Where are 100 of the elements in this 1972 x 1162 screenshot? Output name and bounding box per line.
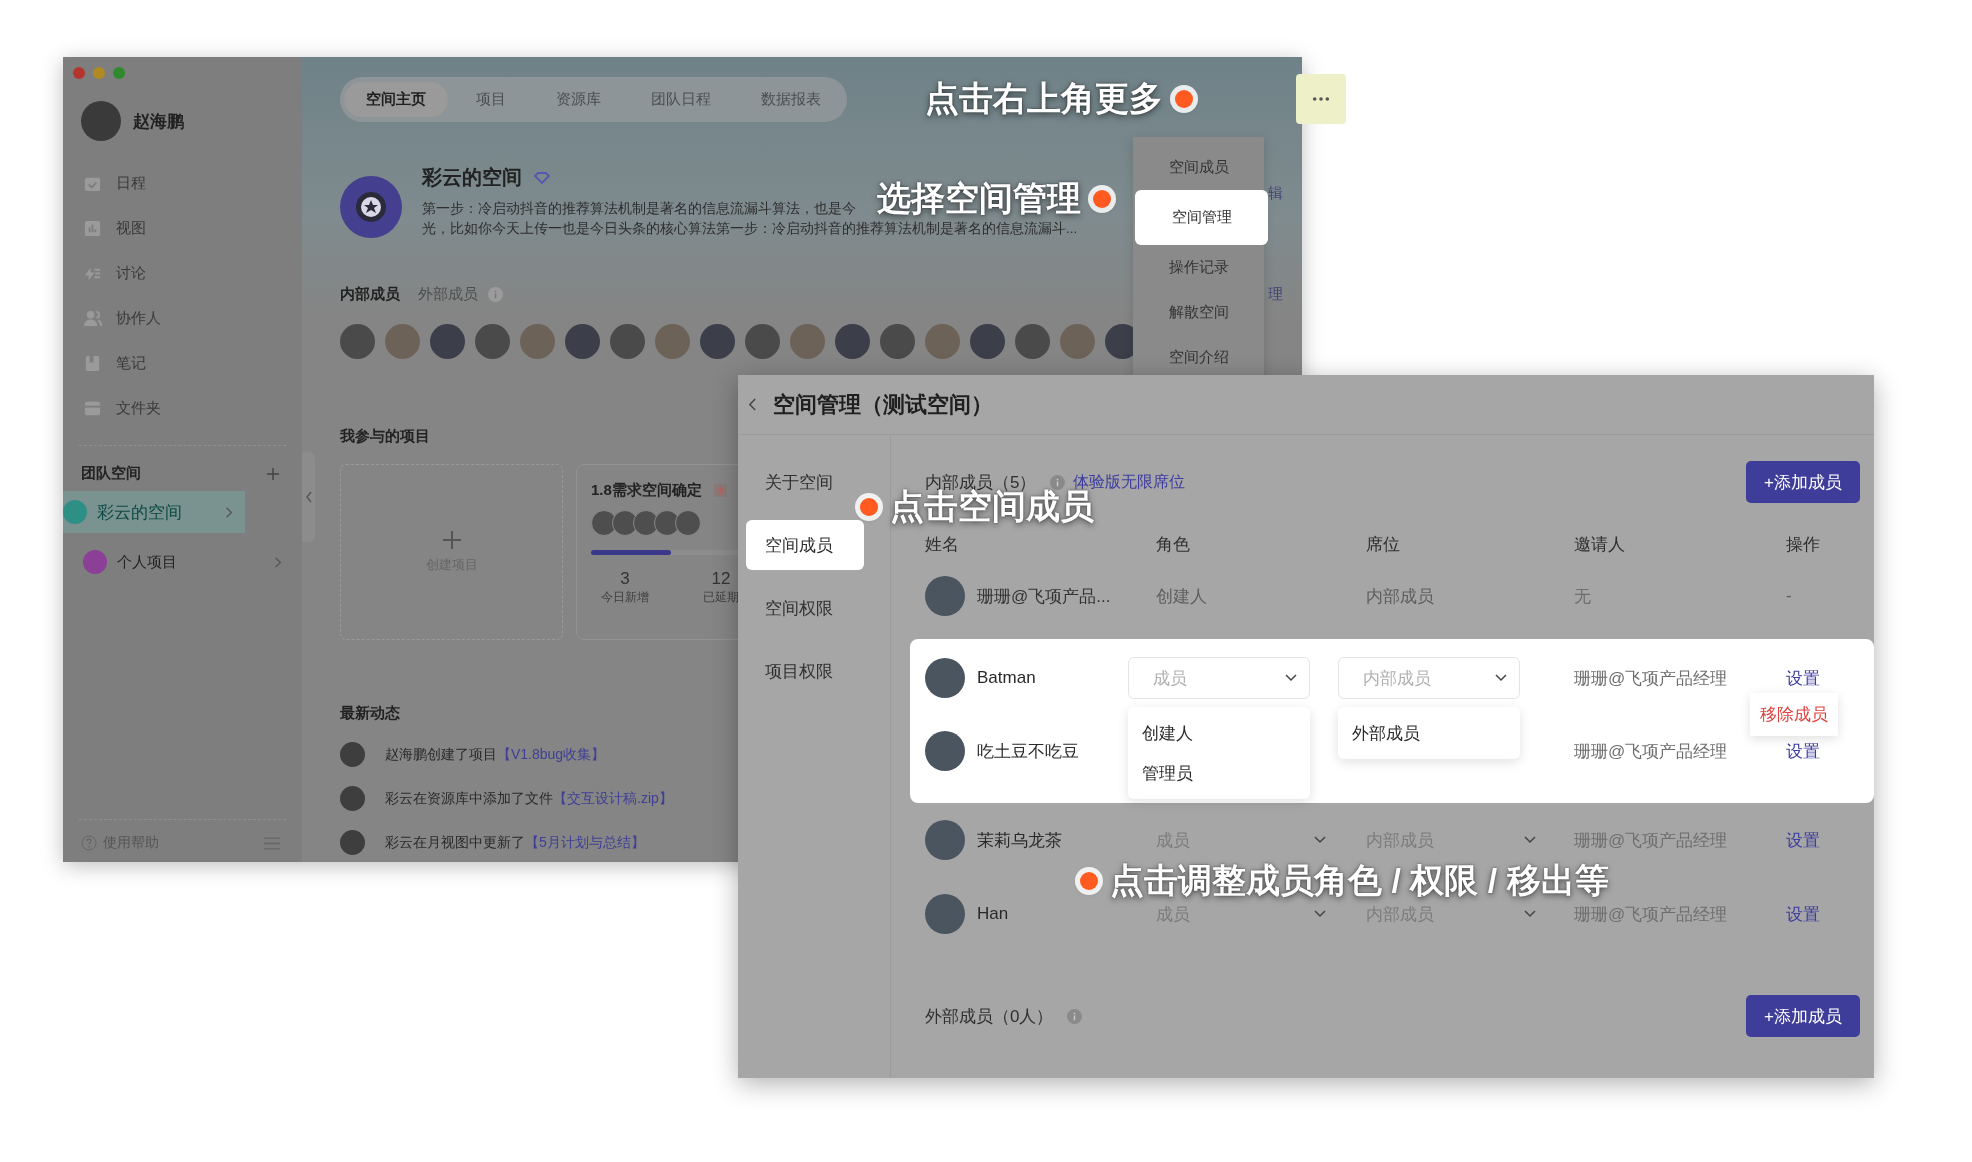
menu-item[interactable]: 解散空间 xyxy=(1133,290,1264,335)
nav-item[interactable]: 协作人 xyxy=(63,296,302,341)
avatar xyxy=(654,510,680,536)
tab[interactable]: 团队日程 xyxy=(629,82,733,117)
avatar xyxy=(925,894,965,934)
avatar xyxy=(700,324,735,359)
maximize-icon[interactable] xyxy=(113,67,125,79)
avatar xyxy=(385,324,420,359)
add-member-button[interactable]: +添加成员 xyxy=(1746,461,1860,503)
avatar xyxy=(610,324,645,359)
project-link[interactable]: 【5月计划与总结】 xyxy=(525,833,645,850)
more-button[interactable] xyxy=(1296,74,1346,124)
activity-text: 彩云在月视图中更新了【5月计划与总结】 xyxy=(385,833,645,852)
minimize-icon[interactable] xyxy=(93,67,105,79)
settings-link[interactable]: 设置 xyxy=(1786,830,1820,850)
settings-link[interactable]: 设置 xyxy=(1786,668,1820,688)
menu-item[interactable]: 空间成员 xyxy=(1133,145,1264,190)
back-icon[interactable] xyxy=(748,397,757,412)
callout-text: 点击调整成员角色 / 权限 / 移出等 xyxy=(1110,860,1609,901)
avatar xyxy=(340,324,375,359)
nav-item[interactable]: 空间成员 xyxy=(746,520,864,570)
role-select[interactable]: 成员 xyxy=(1128,657,1310,699)
member-name: 珊珊@飞项产品... xyxy=(977,585,1111,608)
chevron-down-icon xyxy=(1524,910,1536,918)
space-description: 第一步：冷启动抖音的推荐算法机制是著名的信息流漏斗算法，也是今 xyxy=(422,200,856,218)
space-description: 光，比如你今天上传一也是今日头条的核心算法第一步：冷启动抖音的推荐算法机制是著名的信息流漏斗... xyxy=(422,220,1078,238)
close-icon[interactable] xyxy=(73,67,85,79)
avatar xyxy=(633,510,659,536)
role-text: 创建人 xyxy=(1156,586,1207,606)
project-link[interactable]: 【交互设计稿.zip】 xyxy=(553,789,673,806)
seat-note: 体验版无限席位 xyxy=(1073,471,1186,490)
section-title: 我参与的项目 xyxy=(340,427,431,446)
column-header: 姓名 xyxy=(925,533,960,556)
nav-item[interactable]: 项目权限 xyxy=(746,646,864,696)
action-text: - xyxy=(1786,586,1792,605)
chevron-down-icon xyxy=(1524,836,1536,844)
manage-link[interactable]: 理 xyxy=(1268,285,1283,304)
project-title: 1.8需求空间确定 xyxy=(591,481,702,500)
settings-link[interactable]: 设置 xyxy=(1786,904,1820,924)
avatar xyxy=(1015,324,1050,359)
avatar xyxy=(475,324,510,359)
tab[interactable]: 数据报表 xyxy=(739,82,843,117)
chevron-right-icon xyxy=(225,505,233,519)
avatar xyxy=(925,324,960,359)
avatar xyxy=(340,786,365,811)
avatar xyxy=(1060,324,1095,359)
bar-chart-icon xyxy=(83,219,102,238)
avatar xyxy=(970,324,1005,359)
space-item[interactable]: 彩云的空间 xyxy=(63,491,245,533)
stat-label: 今日新增 xyxy=(601,589,649,606)
seat-select[interactable]: 内部成员 xyxy=(1338,657,1520,699)
tab[interactable]: 外部成员 xyxy=(418,285,478,304)
nav-item[interactable]: 视图 xyxy=(63,206,302,251)
callout-text: 选择空间管理 xyxy=(877,178,1081,219)
project-link[interactable]: 【V1.8bug收集】 xyxy=(497,745,606,762)
menu-icon[interactable] xyxy=(264,836,280,850)
nav-item[interactable]: 讨论 xyxy=(63,251,302,296)
avatar xyxy=(925,576,965,616)
people-icon xyxy=(83,309,102,328)
menu-item[interactable]: 创建人 xyxy=(1128,713,1310,753)
avatar xyxy=(612,510,638,536)
activity-text: 赵海鹏创建了项目【V1.8bug收集】 xyxy=(385,745,606,764)
settings-link[interactable]: 设置 xyxy=(1786,741,1820,761)
stat-label: 已延期 xyxy=(703,589,739,606)
avatar xyxy=(340,830,365,855)
tab[interactable]: 内部成员 xyxy=(340,285,400,304)
space-item[interactable]: 个人项目 xyxy=(63,541,302,583)
avatar xyxy=(591,510,617,536)
member-name: 茉莉乌龙茶 xyxy=(977,829,1062,852)
plus-icon[interactable] xyxy=(266,466,280,481)
tab[interactable]: 项目 xyxy=(454,82,528,117)
chevron-down-icon xyxy=(1285,674,1297,682)
nav-item[interactable]: 日程 xyxy=(63,161,302,206)
column-header: 角色 xyxy=(1156,533,1191,556)
menu-item[interactable]: 管理员 xyxy=(1128,753,1310,793)
stat-value: 12 xyxy=(711,569,731,589)
menu-item[interactable]: 空间管理 xyxy=(1135,190,1268,245)
remove-member-option[interactable]: 移除成员 xyxy=(1760,702,1828,726)
add-member-button[interactable]: +添加成员 xyxy=(1746,995,1860,1037)
menu-item[interactable]: 操作记录 xyxy=(1133,245,1264,290)
tab[interactable]: 资源库 xyxy=(534,82,623,117)
inviter-text: 珊珊@飞项产品经理 xyxy=(1574,667,1729,690)
menu-item[interactable]: 外部成员 xyxy=(1338,713,1520,753)
space-title: 彩云的空间 xyxy=(422,165,522,190)
nav-item[interactable]: 笔记 xyxy=(63,341,302,386)
section-title: 团队空间 xyxy=(81,464,141,483)
info-icon xyxy=(488,287,503,302)
avatar xyxy=(925,820,965,860)
tab[interactable]: 空间主页 xyxy=(344,82,448,117)
member-name: Han xyxy=(977,904,1009,924)
avatar xyxy=(745,324,780,359)
folder-icon xyxy=(83,399,102,418)
nav-item[interactable]: 文件夹 xyxy=(63,386,302,431)
edit-link[interactable]: 辑 xyxy=(1268,184,1283,203)
column-header: 席位 xyxy=(1366,533,1401,556)
bookmark-icon xyxy=(83,354,102,373)
avatar xyxy=(675,510,701,536)
chevron-down-icon xyxy=(1314,836,1326,844)
info-icon xyxy=(1067,1008,1083,1024)
collapse-handle[interactable] xyxy=(302,452,315,542)
